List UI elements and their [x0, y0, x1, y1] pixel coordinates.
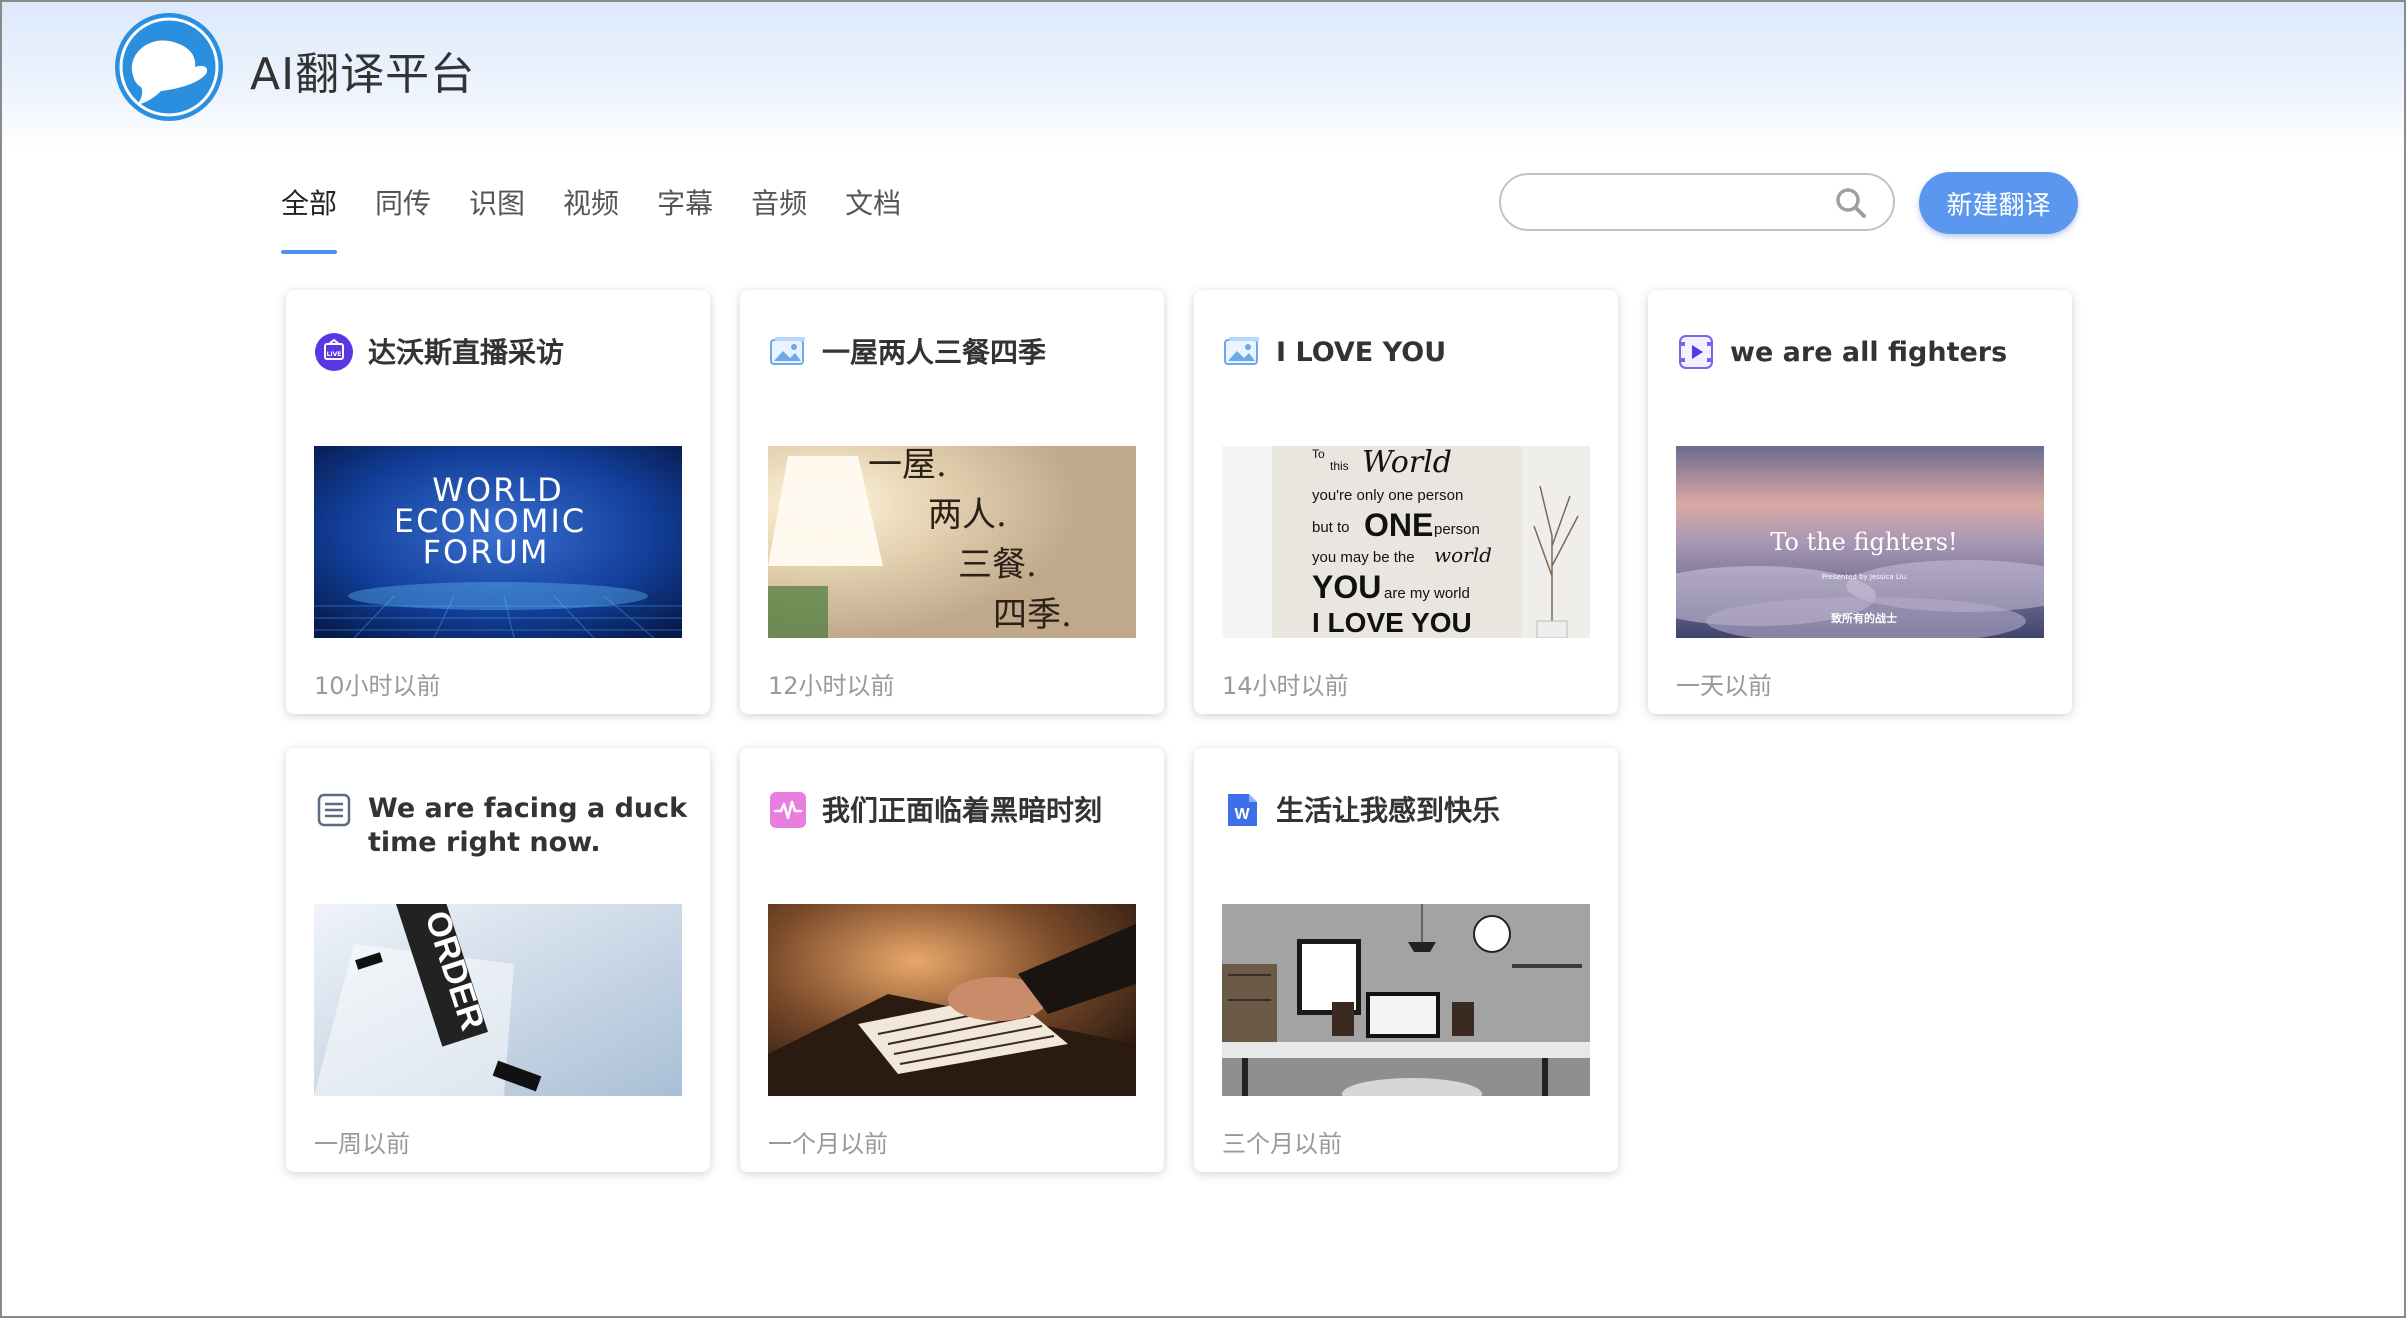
svg-text:LIVE: LIVE [327, 351, 342, 358]
search-box [1499, 173, 1895, 231]
thumb-text: 致所有的战士 [1831, 611, 1897, 625]
tab-simultaneous[interactable]: 同传 [375, 182, 431, 238]
thumb-text: but to [1312, 519, 1350, 536]
search-icon[interactable] [1835, 187, 1867, 219]
search-input[interactable] [1527, 185, 1821, 221]
logo-icon [115, 13, 223, 121]
card-title: We are facing a duck time right now. [368, 793, 688, 858]
thumb-text: this [1330, 459, 1349, 473]
thumb-text: YOU [1312, 569, 1381, 605]
word-doc-icon: W [1228, 794, 1257, 826]
card-time: 14小时以前 [1222, 672, 1349, 700]
thumb-text: world [1434, 543, 1492, 567]
card-thumbnail: To the fighters! Presented by Jessica Li… [1676, 446, 2044, 638]
word-doc-letter: W [1234, 806, 1250, 823]
thumb-text: person [1434, 521, 1480, 538]
thumb-text: ONE [1364, 507, 1433, 543]
app-title: AI翻译平台 [250, 49, 476, 100]
live-icon: LIVE [315, 333, 353, 371]
card-thumbnail: WORLD ECONOMIC FORUM [314, 446, 682, 638]
tab-all[interactable]: 全部 [281, 182, 338, 254]
tab-subtitle[interactable]: 字幕 [657, 182, 713, 238]
image-icon [770, 337, 805, 365]
card-time: 12小时以前 [768, 672, 895, 700]
new-translation-button[interactable]: 新建翻译 [1919, 172, 2078, 234]
card-video-fighters[interactable]: we are all fighters To the fighters! Pre… [1648, 290, 2072, 714]
thumb-text: 一屋. [868, 446, 947, 485]
card-thumbnail: ORDER [314, 904, 682, 1096]
app-window: AI翻译平台 全部 同传 识图 视频 字幕 音频 文档 新建翻译 LIVE 达沃… [0, 0, 2406, 1318]
card-audio-dark-moment[interactable]: 我们正面临着黑暗时刻 一个月以前 [740, 748, 1164, 1172]
thumb-text: you may be the [1312, 549, 1415, 566]
thumb-text: are my world [1384, 585, 1470, 602]
card-thumbnail [1222, 904, 1590, 1096]
card-thumbnail: 一屋. 两人. 三餐. 四季. [768, 446, 1136, 638]
tab-audio[interactable]: 音频 [751, 182, 807, 238]
card-time: 一周以前 [314, 1130, 410, 1158]
card-title: 达沃斯直播采访 [368, 336, 565, 369]
thumb-text: I LOVE YOU [1312, 607, 1472, 638]
thumb-text: 四季. [993, 595, 1072, 635]
thumb-text: Presented by Jessica Liu [1822, 573, 1906, 581]
card-time: 10小时以前 [314, 672, 441, 700]
tab-video[interactable]: 视频 [563, 182, 619, 238]
card-title: 生活让我感到快乐 [1276, 794, 1501, 827]
card-image-poem[interactable]: 一屋两人三餐四季 一屋. 两人. 三餐. 四季. 12小时以前 [740, 290, 1164, 714]
card-time: 三个月以前 [1222, 1130, 1342, 1158]
subtitle-icon [317, 793, 351, 827]
thumb-text: 三餐. [958, 545, 1037, 585]
card-image-love[interactable]: I LOVE YOU To this World you're only one… [1194, 290, 1618, 714]
image-icon [1224, 337, 1259, 365]
thumb-text: To the fighters! [1770, 528, 1957, 556]
thumb-text: World [1362, 446, 1452, 480]
card-title: we are all fighters [1730, 337, 2008, 368]
card-thumbnail [768, 904, 1136, 1096]
tab-image[interactable]: 识图 [469, 182, 525, 238]
category-tabs: 全部 同传 识图 视频 字幕 音频 文档 [281, 182, 939, 254]
card-title: 一屋两人三餐四季 [822, 336, 1047, 369]
video-icon [1679, 335, 1713, 369]
thumb-text: 两人. [928, 495, 1007, 535]
card-title: I LOVE YOU [1276, 337, 1447, 368]
audio-icon [770, 792, 806, 828]
thumb-text: To [1312, 447, 1325, 461]
thumb-text: you're only one person [1312, 487, 1463, 504]
card-live-interview[interactable]: LIVE 达沃斯直播采访 WORLD ECONOMIC FORUM 10小时以前 [286, 290, 710, 714]
card-time: 一天以前 [1676, 672, 1772, 700]
card-subtitle-duck[interactable]: We are facing a duck time right now. ORD… [286, 748, 710, 1172]
tab-document[interactable]: 文档 [845, 182, 901, 238]
card-title: 我们正面临着黑暗时刻 [822, 794, 1103, 827]
card-thumbnail: To this World you're only one person but… [1222, 446, 1590, 638]
card-document-happy[interactable]: W 生活让我感到快乐 三个月以前 [1194, 748, 1618, 1172]
card-time: 一个月以前 [768, 1130, 888, 1158]
thumb-text: FORUM [423, 533, 550, 571]
